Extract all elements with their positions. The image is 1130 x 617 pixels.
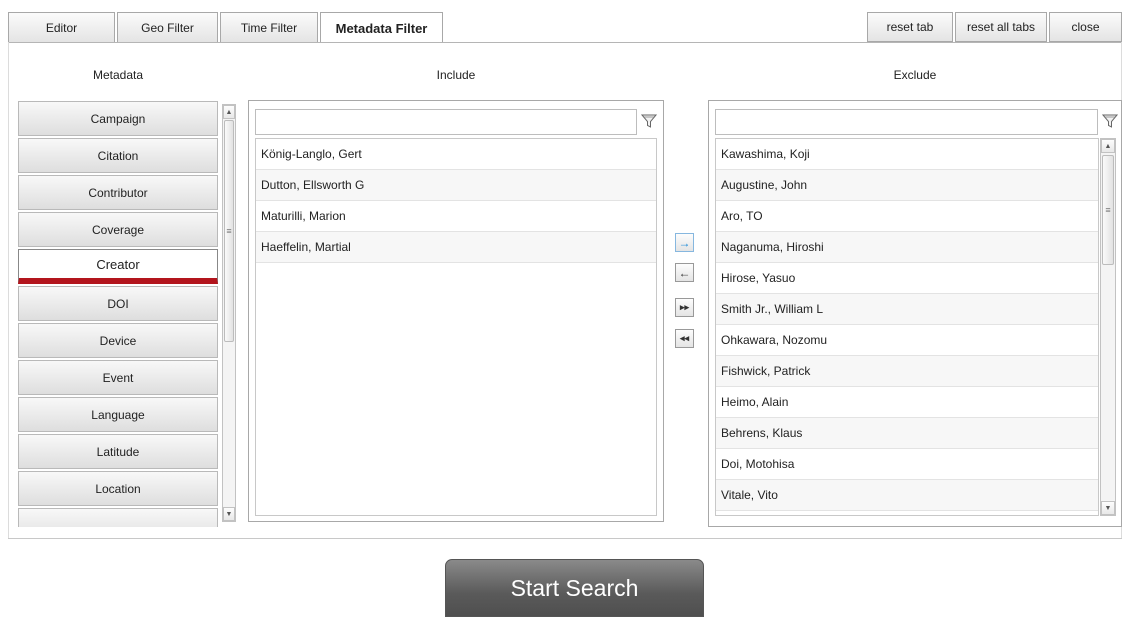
metadata-item-location[interactable]: Location: [18, 471, 218, 506]
reset-tab-button[interactable]: reset tab: [867, 12, 953, 42]
include-filter-input[interactable]: [255, 109, 637, 135]
metadata-item-coverage[interactable]: Coverage: [18, 212, 218, 247]
list-item[interactable]: Dutton, Ellsworth G: [256, 170, 656, 201]
list-item[interactable]: Maturilli, Marion: [256, 201, 656, 232]
list-item[interactable]: Kawashima, Koji: [716, 139, 1098, 170]
metadata-item-language[interactable]: Language: [18, 397, 218, 432]
metadata-item-contributor[interactable]: Contributor: [18, 175, 218, 210]
tab-editor[interactable]: Editor: [8, 12, 115, 42]
metadata-item-latitude[interactable]: Latitude: [18, 434, 218, 469]
panel-bottom-border: [8, 538, 1122, 539]
scroll-down-icon[interactable]: ▼: [223, 507, 235, 521]
metadata-header: Metadata: [92, 68, 144, 82]
move-right-button[interactable]: →: [675, 233, 694, 252]
scroll-down-icon[interactable]: ▼: [1101, 501, 1115, 515]
scroll-up-icon[interactable]: ▲: [223, 105, 235, 119]
metadata-item-event[interactable]: Event: [18, 360, 218, 395]
exclude-header: Exclude: [893, 68, 937, 82]
metadata-scrollbar[interactable]: ▲ ≡ ▼: [222, 104, 236, 522]
metadata-item-doi[interactable]: DOI: [18, 286, 218, 321]
move-all-right-button[interactable]: ▸▸: [675, 298, 694, 317]
metadata-item-creator[interactable]: Creator: [18, 249, 218, 284]
list-item[interactable]: Augustine, John: [716, 170, 1098, 201]
list-item[interactable]: Hirose, Yasuo: [716, 263, 1098, 294]
list-item[interactable]: Fishwick, Patrick: [716, 356, 1098, 387]
tab-geo-filter[interactable]: Geo Filter: [117, 12, 218, 42]
funnel-icon[interactable]: [1102, 113, 1118, 129]
list-item[interactable]: König-Langlo, Gert: [256, 139, 656, 170]
exclude-scrollbar[interactable]: ▲ ≡ ▼: [1100, 138, 1116, 516]
metadata-item-citation[interactable]: Citation: [18, 138, 218, 173]
scroll-thumb[interactable]: ≡: [224, 120, 234, 342]
move-all-left-button[interactable]: ◂◂: [675, 329, 694, 348]
exclude-filter-input[interactable]: [715, 109, 1098, 135]
tab-time-filter[interactable]: Time Filter: [220, 12, 318, 42]
start-search-button[interactable]: Start Search: [445, 559, 704, 617]
close-button[interactable]: close: [1049, 12, 1122, 42]
tab-metadata-filter[interactable]: Metadata Filter: [320, 12, 443, 43]
metadata-item-device[interactable]: Device: [18, 323, 218, 358]
move-left-button[interactable]: ←: [675, 263, 694, 282]
include-box: König-Langlo, Gert Dutton, Ellsworth G M…: [248, 100, 664, 522]
panel-left-border: [8, 42, 9, 539]
funnel-icon[interactable]: [641, 113, 657, 129]
list-item[interactable]: Heimo, Alain: [716, 387, 1098, 418]
list-item[interactable]: [716, 511, 1098, 515]
list-item[interactable]: Ohkawara, Nozomu: [716, 325, 1098, 356]
metadata-item-partial[interactable]: [18, 508, 218, 527]
list-item[interactable]: Smith Jr., William L: [716, 294, 1098, 325]
list-item[interactable]: Vitale, Vito: [716, 480, 1098, 511]
include-list: König-Langlo, Gert Dutton, Ellsworth G M…: [255, 138, 657, 516]
list-item[interactable]: Doi, Motohisa: [716, 449, 1098, 480]
grip-icon: ≡: [226, 226, 232, 236]
scroll-thumb[interactable]: ≡: [1102, 155, 1114, 265]
list-item[interactable]: Haeffelin, Martial: [256, 232, 656, 263]
exclude-box: Kawashima, Koji Augustine, John Aro, TO …: [708, 100, 1122, 527]
metadata-list: Campaign Citation Contributor Coverage C…: [18, 101, 218, 527]
tab-bar: Editor Geo Filter Time Filter Metadata F…: [8, 12, 445, 43]
exclude-list: Kawashima, Koji Augustine, John Aro, TO …: [715, 138, 1099, 516]
scroll-up-icon[interactable]: ▲: [1101, 139, 1115, 153]
grip-icon: ≡: [1105, 205, 1111, 215]
tab-panel-top-border: [8, 42, 1122, 43]
list-item[interactable]: Behrens, Klaus: [716, 418, 1098, 449]
metadata-item-campaign[interactable]: Campaign: [18, 101, 218, 136]
reset-all-tabs-button[interactable]: reset all tabs: [955, 12, 1047, 42]
include-header: Include: [436, 68, 476, 82]
list-item[interactable]: Aro, TO: [716, 201, 1098, 232]
list-item[interactable]: Naganuma, Hiroshi: [716, 232, 1098, 263]
